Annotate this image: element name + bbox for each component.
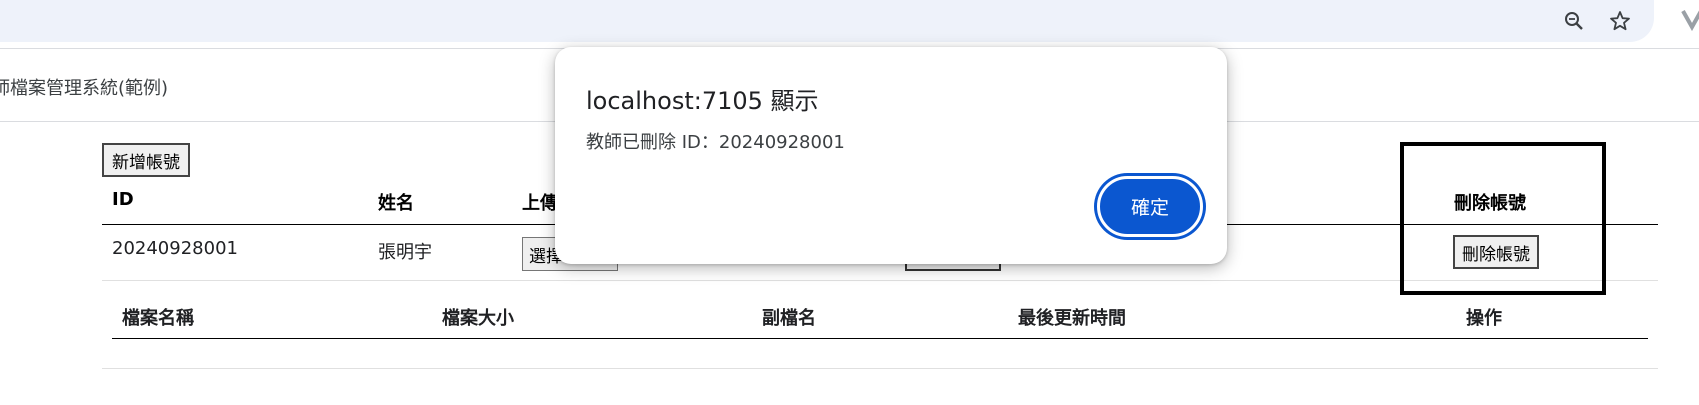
row-divider [102,280,1658,281]
section-divider [102,368,1658,369]
alert-dialog: localhost:7105 顯示 教師已刪除 ID：20240928001 確… [555,47,1227,264]
column-header-delete: 刪除帳號 [1454,193,1526,214]
dialog-message: 教師已刪除 ID：20240928001 [586,132,845,153]
zoom-icon[interactable] [1557,4,1591,38]
column-header-file-name: 檔案名稱 [122,308,194,329]
dialog-origin: localhost:7105 顯示 [586,87,819,115]
column-header-name: 姓名 [378,193,414,214]
app-title: 師檔案管理系統(範例) [0,78,169,99]
add-account-button[interactable]: 新增帳號 [102,143,190,177]
column-header-file-size: 檔案大小 [442,308,514,329]
delete-account-button[interactable]: 刪除帳號 [1453,235,1539,269]
column-header-last-updated: 最後更新時間 [1018,308,1126,329]
teacher-id-cell: 20240928001 [112,238,238,259]
extension-icon[interactable] [1675,2,1699,36]
address-bar[interactable] [0,0,1654,42]
teacher-name-cell: 張明宇 [378,242,432,263]
browser-toolbar [0,0,1699,49]
column-header-extension: 副檔名 [762,308,816,329]
column-header-action: 操作 [1466,308,1502,329]
file-header-divider [112,338,1648,339]
column-header-id: ID [112,189,134,210]
ok-button[interactable]: 確定 [1097,176,1203,237]
bookmark-star-icon[interactable] [1603,4,1637,38]
